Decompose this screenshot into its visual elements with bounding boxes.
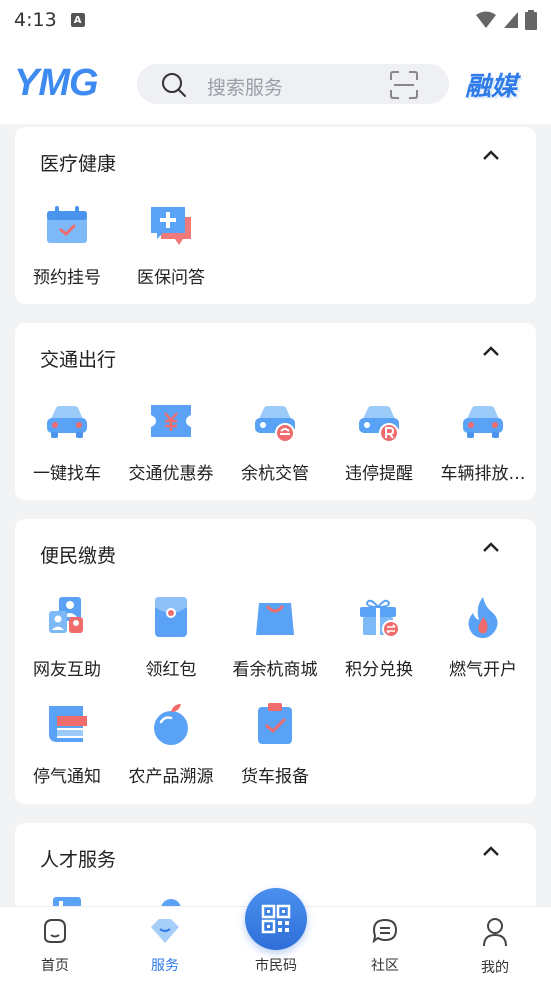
service-list[interactable]: 医疗健康 预约挂号 医保问答 交通出行 一键找车 交通优惠券 余杭交管 违停提醒…	[0, 124, 551, 906]
section-title: 人才服务	[40, 849, 117, 871]
chevron-up-icon[interactable]	[482, 345, 500, 357]
clipboard-check-icon	[258, 703, 292, 744]
service-item-traffic-coupon[interactable]: 交通优惠券	[119, 397, 223, 484]
service-label: 一键找车	[33, 464, 101, 484]
apple-icon	[154, 704, 188, 745]
service-label: 燃气开户	[449, 660, 517, 680]
service-item-mall[interactable]: 看余杭商城	[223, 593, 327, 680]
search-placeholder: 搜索服务	[207, 77, 284, 99]
status-bar: 4:13 A	[0, 0, 551, 40]
home-icon	[44, 919, 66, 943]
people-help-icon	[49, 597, 83, 633]
gift-exchange-icon	[360, 599, 400, 638]
tab-service[interactable]: 服务	[125, 917, 205, 975]
service-item-produce-trace[interactable]: 农产品溯源	[119, 700, 223, 787]
service-label: 领红包	[145, 660, 197, 680]
parking-car-icon	[359, 406, 399, 443]
calendar-check-icon	[47, 206, 87, 243]
app-header: YMG 搜索服务 融媒	[0, 40, 551, 124]
service-item-traffic-police[interactable]: 余杭交管	[223, 397, 327, 484]
notice-icon	[49, 706, 87, 742]
service-item-parking-reminder[interactable]: 违停提醒	[327, 397, 431, 484]
section-medical: 医疗健康 预约挂号 医保问答	[15, 127, 536, 304]
service-item-talent-2[interactable]	[119, 895, 223, 906]
police-car-icon	[255, 406, 295, 443]
service-diamond-icon	[151, 919, 179, 943]
tab-label: 我的	[481, 960, 509, 976]
shopping-bag-icon	[256, 603, 294, 635]
community-chat-icon	[372, 918, 398, 944]
search-bar[interactable]: 搜索服务	[137, 64, 449, 104]
flame-icon	[468, 597, 498, 638]
tab-label: 服务	[151, 958, 179, 974]
service-item-mutual-help[interactable]: 网友互助	[15, 593, 119, 680]
service-label: 预约挂号	[33, 268, 101, 288]
section-title: 交通出行	[40, 349, 117, 371]
search-icon	[162, 73, 186, 97]
battery-icon	[525, 10, 537, 30]
ticket-coupon-icon	[151, 405, 191, 437]
scan-icon[interactable]	[389, 70, 419, 100]
service-item-vehicle-emission[interactable]: 车辆排放…	[431, 397, 535, 484]
chevron-up-icon[interactable]	[482, 149, 500, 161]
service-item-truck-filing[interactable]: 货车报备	[223, 700, 327, 787]
service-item-gas-account[interactable]: 燃气开户	[431, 593, 535, 680]
rongmei-brand-button[interactable]: 融媒	[465, 66, 517, 103]
service-item-insurance-qa[interactable]: 医保问答	[119, 201, 223, 288]
app-logo: YMG	[14, 62, 99, 104]
talent-service-icon	[53, 897, 81, 906]
service-label: 车辆排放…	[440, 464, 526, 484]
status-icons	[475, 10, 537, 30]
status-time: 4:13	[14, 9, 57, 31]
signal-icon	[504, 12, 518, 28]
service-label: 积分兑换	[345, 660, 413, 680]
service-label: 违停提醒	[345, 464, 413, 484]
service-label: 医保问答	[137, 268, 205, 288]
car-emission-icon	[463, 406, 503, 438]
chevron-up-icon[interactable]	[482, 845, 500, 857]
service-label: 看余杭商城	[232, 660, 318, 680]
tab-label-citizen-code[interactable]: 市民码	[236, 955, 316, 975]
service-item-find-car[interactable]: 一键找车	[15, 397, 119, 484]
qr-code-icon	[261, 904, 291, 934]
service-label: 交通优惠券	[128, 464, 214, 484]
section-utility-payment: 便民缴费 网友互助 领红包 看余杭商城 积分兑换 燃气开户 停气通知 农产品溯源…	[15, 519, 536, 804]
service-item-red-packet[interactable]: 领红包	[119, 593, 223, 680]
service-label: 余杭交管	[241, 464, 309, 484]
profile-icon	[483, 918, 507, 947]
red-packet-icon	[155, 597, 187, 637]
wifi-icon	[476, 11, 496, 28]
citizen-code-button[interactable]	[245, 888, 307, 950]
service-item-gas-outage-notice[interactable]: 停气通知	[15, 700, 119, 787]
bottom-tab-bar: 首页 服务 市民码 社区 我的	[0, 888, 551, 981]
medical-chat-icon	[151, 207, 191, 245]
car-icon	[47, 406, 87, 438]
section-transport: 交通出行 一键找车 交通优惠券 余杭交管 违停提醒 车辆排放…	[15, 323, 536, 500]
tab-label: 首页	[41, 958, 69, 974]
service-label: 停气通知	[33, 767, 101, 787]
section-title: 便民缴费	[40, 545, 117, 567]
chevron-up-icon[interactable]	[482, 541, 500, 553]
service-item-appointment[interactable]: 预约挂号	[15, 201, 119, 288]
service-label: 货车报备	[241, 767, 309, 787]
tab-home[interactable]: 首页	[15, 917, 95, 975]
service-item-points-exchange[interactable]: 积分兑换	[327, 593, 431, 680]
notification-badge-icon: A	[70, 13, 85, 27]
talent-person-icon	[161, 899, 181, 906]
tab-label: 社区	[371, 958, 399, 974]
service-label: 网友互助	[33, 660, 101, 680]
section-title: 医疗健康	[40, 153, 117, 175]
tab-community[interactable]: 社区	[345, 917, 425, 975]
service-label: 农产品溯源	[128, 767, 214, 787]
service-item-talent-1[interactable]	[15, 895, 119, 906]
tab-profile[interactable]: 我的	[455, 917, 535, 977]
